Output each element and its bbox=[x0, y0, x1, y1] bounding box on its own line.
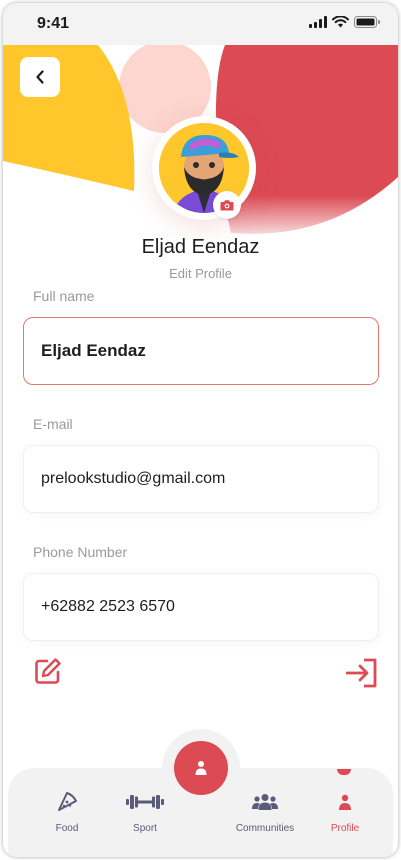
email-field[interactable]: prelookstudio@gmail.com bbox=[23, 445, 379, 513]
battery-icon bbox=[354, 16, 380, 28]
nav-item-food[interactable]: Food bbox=[27, 789, 107, 834]
nav-item-profile[interactable]: Profile bbox=[305, 789, 385, 834]
nav-item-communities[interactable]: Communities bbox=[225, 789, 305, 834]
phone-label: Phone Number bbox=[33, 544, 128, 560]
nav-label-profile: Profile bbox=[330, 823, 360, 834]
logout-icon bbox=[345, 658, 377, 688]
chevron-left-icon bbox=[36, 70, 44, 84]
phone-screen: 9:41 Eljad Eendaz Edit Profile Full name… bbox=[3, 3, 398, 857]
nav-label-sport: Sport bbox=[133, 823, 157, 834]
change-photo-button[interactable] bbox=[213, 191, 241, 219]
phone-field[interactable]: +62882 2523 6570 bbox=[23, 573, 379, 641]
camera-icon bbox=[220, 200, 234, 211]
full-name-field[interactable]: Eljad Eendaz bbox=[23, 317, 379, 385]
nav-item-sport[interactable]: Sport bbox=[105, 789, 185, 834]
nav-label-food: Food bbox=[55, 823, 79, 834]
status-bar: 9:41 bbox=[3, 3, 398, 45]
edit-profile-link[interactable]: Edit Profile bbox=[3, 266, 398, 281]
edit-button[interactable] bbox=[34, 657, 62, 685]
wifi-icon bbox=[332, 16, 349, 28]
nav-label-communities: Communities bbox=[235, 823, 295, 834]
profile-name: Eljad Eendaz bbox=[141, 236, 260, 258]
status-icons bbox=[309, 16, 380, 28]
user-icon bbox=[195, 761, 207, 775]
pizza-slice-icon bbox=[58, 792, 77, 811]
status-time: 9:41 bbox=[37, 15, 70, 32]
edit-icon bbox=[35, 658, 61, 684]
people-group-icon bbox=[252, 794, 278, 810]
back-button[interactable] bbox=[20, 57, 60, 97]
dumbbell-icon bbox=[126, 795, 164, 809]
center-action-button[interactable] bbox=[174, 741, 228, 795]
cellular-signal-icon bbox=[309, 16, 327, 28]
logout-button[interactable] bbox=[345, 658, 378, 688]
email-label: E-mail bbox=[33, 416, 73, 432]
full-name-label: Full name bbox=[33, 288, 95, 304]
user-icon bbox=[339, 794, 351, 810]
